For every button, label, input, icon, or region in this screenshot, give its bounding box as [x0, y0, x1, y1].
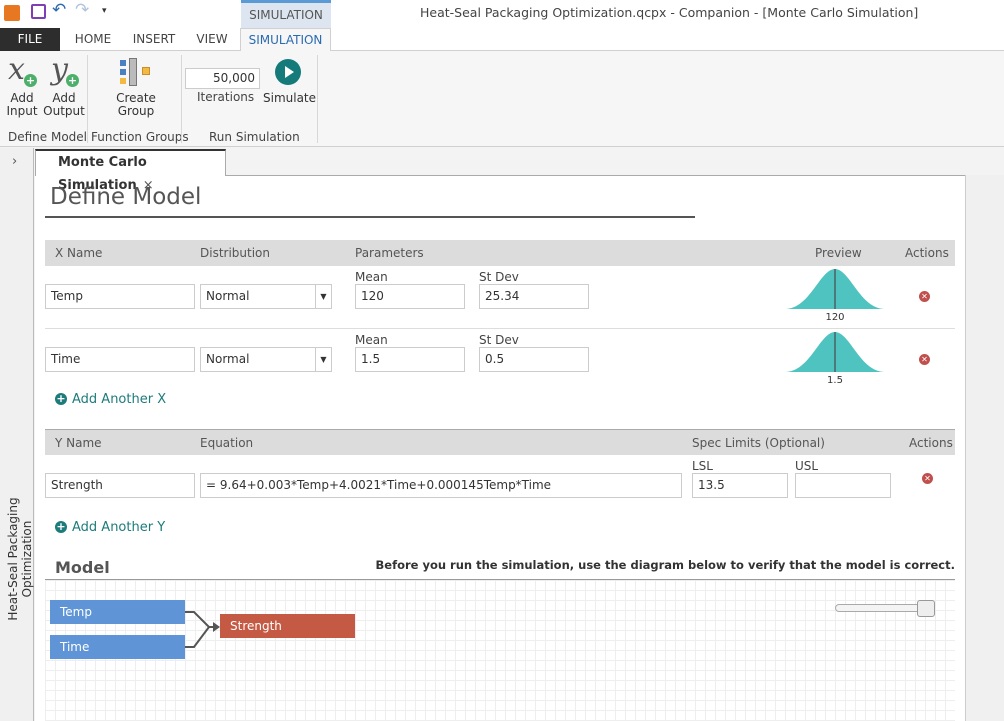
page-title: Define Model [50, 184, 202, 210]
distribution-select[interactable]: Normal ▼ [200, 284, 332, 309]
x-name-input[interactable]: Temp [45, 284, 195, 309]
col-actions: Actions [909, 436, 953, 450]
col-parameters: Parameters [355, 246, 424, 260]
add-another-x-link[interactable]: + Add Another X [55, 392, 166, 407]
tab-insert[interactable]: INSERT [124, 28, 184, 51]
label: Group [117, 104, 155, 118]
distribution-select[interactable]: Normal ▼ [200, 347, 332, 372]
output-node-strength[interactable]: Strength [220, 614, 355, 638]
label: Add Another X [72, 392, 167, 407]
delete-row-icon[interactable]: ✕ [919, 354, 930, 365]
delete-row-icon[interactable]: ✕ [919, 291, 930, 302]
divider [317, 55, 318, 143]
group-label-define-model: Define Model [8, 130, 88, 144]
doc-tab-monte-carlo[interactable]: Monte Carlo Simulation × [35, 149, 226, 193]
stdev-input[interactable]: 25.34 [479, 284, 589, 309]
customize-toolbar-icon[interactable]: ▾ [102, 6, 107, 16]
create-group-icon [118, 58, 154, 86]
stdev-label: St Dev [479, 333, 519, 347]
scrollbar[interactable] [965, 175, 1004, 721]
plus-icon: + [66, 74, 79, 87]
divider [45, 328, 955, 329]
add-input-button[interactable]: Add Input [5, 92, 39, 118]
col-preview: Preview [815, 246, 862, 260]
model-heading: Model [55, 558, 110, 577]
col-actions: Actions [905, 246, 949, 260]
app-logo-icon [4, 5, 20, 21]
x-name-input[interactable]: Time [45, 347, 195, 372]
save-icon[interactable] [31, 4, 46, 19]
zoom-slider-handle[interactable] [917, 600, 935, 617]
x-table-header: X Name Distribution Parameters Preview A… [45, 240, 955, 266]
selected-value: Normal [206, 352, 250, 366]
divider [87, 55, 88, 143]
group-label-function-groups: Function Groups [91, 130, 189, 144]
title-underline [45, 216, 695, 218]
distribution-preview-chart [785, 269, 885, 309]
col-y-name: Y Name [55, 436, 102, 450]
context-tab-label: SIMULATION [241, 0, 331, 28]
create-group-button[interactable]: Create Group [110, 92, 162, 118]
simulate-button[interactable]: Simulate [263, 92, 316, 105]
mean-label: Mean [355, 333, 388, 347]
plus-icon: + [55, 520, 67, 533]
connector-arrows [185, 611, 220, 648]
y-name-input[interactable]: Strength [45, 473, 195, 498]
model-hint: Before you run the simulation, use the d… [375, 558, 955, 572]
add-output-button[interactable]: Add Output [43, 92, 85, 118]
stdev-input[interactable]: 0.5 [479, 347, 589, 372]
label: Add Another Y [72, 520, 166, 535]
col-spec-limits: Spec Limits (Optional) [692, 436, 825, 450]
lsl-label: LSL [692, 459, 713, 473]
tab-simulation[interactable]: SIMULATION [240, 28, 331, 52]
group-label-run-simulation: Run Simulation [209, 130, 300, 144]
tab-view[interactable]: VIEW [186, 28, 238, 51]
plus-icon: + [24, 74, 37, 87]
col-equation: Equation [200, 436, 254, 450]
tab-file[interactable]: FILE [0, 28, 60, 51]
mean-input[interactable]: 1.5 [355, 347, 465, 372]
divider [181, 55, 182, 143]
preview-label: 120 [825, 312, 845, 323]
usl-label: USL [795, 459, 819, 473]
usl-input[interactable] [795, 473, 891, 498]
project-name: Heat-Seal Packaging Optimization [6, 497, 34, 621]
iterations-label: Iterations [197, 90, 255, 104]
add-another-y-link[interactable]: + Add Another Y [55, 520, 165, 535]
preview-label: 1.5 [827, 375, 843, 386]
redo-icon[interactable]: ↷ [75, 0, 89, 20]
label: Input [6, 104, 38, 118]
selected-value: Normal [206, 289, 250, 303]
input-node-time[interactable]: Time [50, 635, 185, 659]
expand-sidebar-chevron-icon[interactable]: › [12, 154, 17, 169]
mean-input[interactable]: 120 [355, 284, 465, 309]
simulate-play-icon[interactable] [275, 59, 301, 85]
dropdown-arrow-icon: ▼ [315, 348, 331, 371]
col-x-name: X Name [55, 246, 103, 260]
delete-row-icon[interactable]: ✕ [922, 473, 933, 484]
lsl-input[interactable]: 13.5 [692, 473, 788, 498]
equation-input[interactable]: = 9.64+0.003*Temp+4.0021*Time+0.000145Te… [200, 473, 682, 498]
label: Output [43, 104, 85, 118]
col-distribution: Distribution [200, 246, 271, 260]
plus-icon: + [55, 392, 67, 405]
dropdown-arrow-icon: ▼ [315, 285, 331, 308]
distribution-preview-chart [785, 332, 885, 372]
iterations-input[interactable]: 50,000 [185, 68, 260, 89]
undo-icon[interactable]: ↶ [52, 0, 66, 20]
tab-home[interactable]: HOME [64, 28, 122, 51]
y-table-header: Y Name Equation Spec Limits (Optional) A… [45, 429, 955, 455]
window-title: Heat-Seal Packaging Optimization.qcpx - … [420, 5, 919, 20]
add-input-icon: x [8, 52, 25, 87]
stdev-label: St Dev [479, 270, 519, 284]
mean-label: Mean [355, 270, 388, 284]
input-node-temp[interactable]: Temp [50, 600, 185, 624]
